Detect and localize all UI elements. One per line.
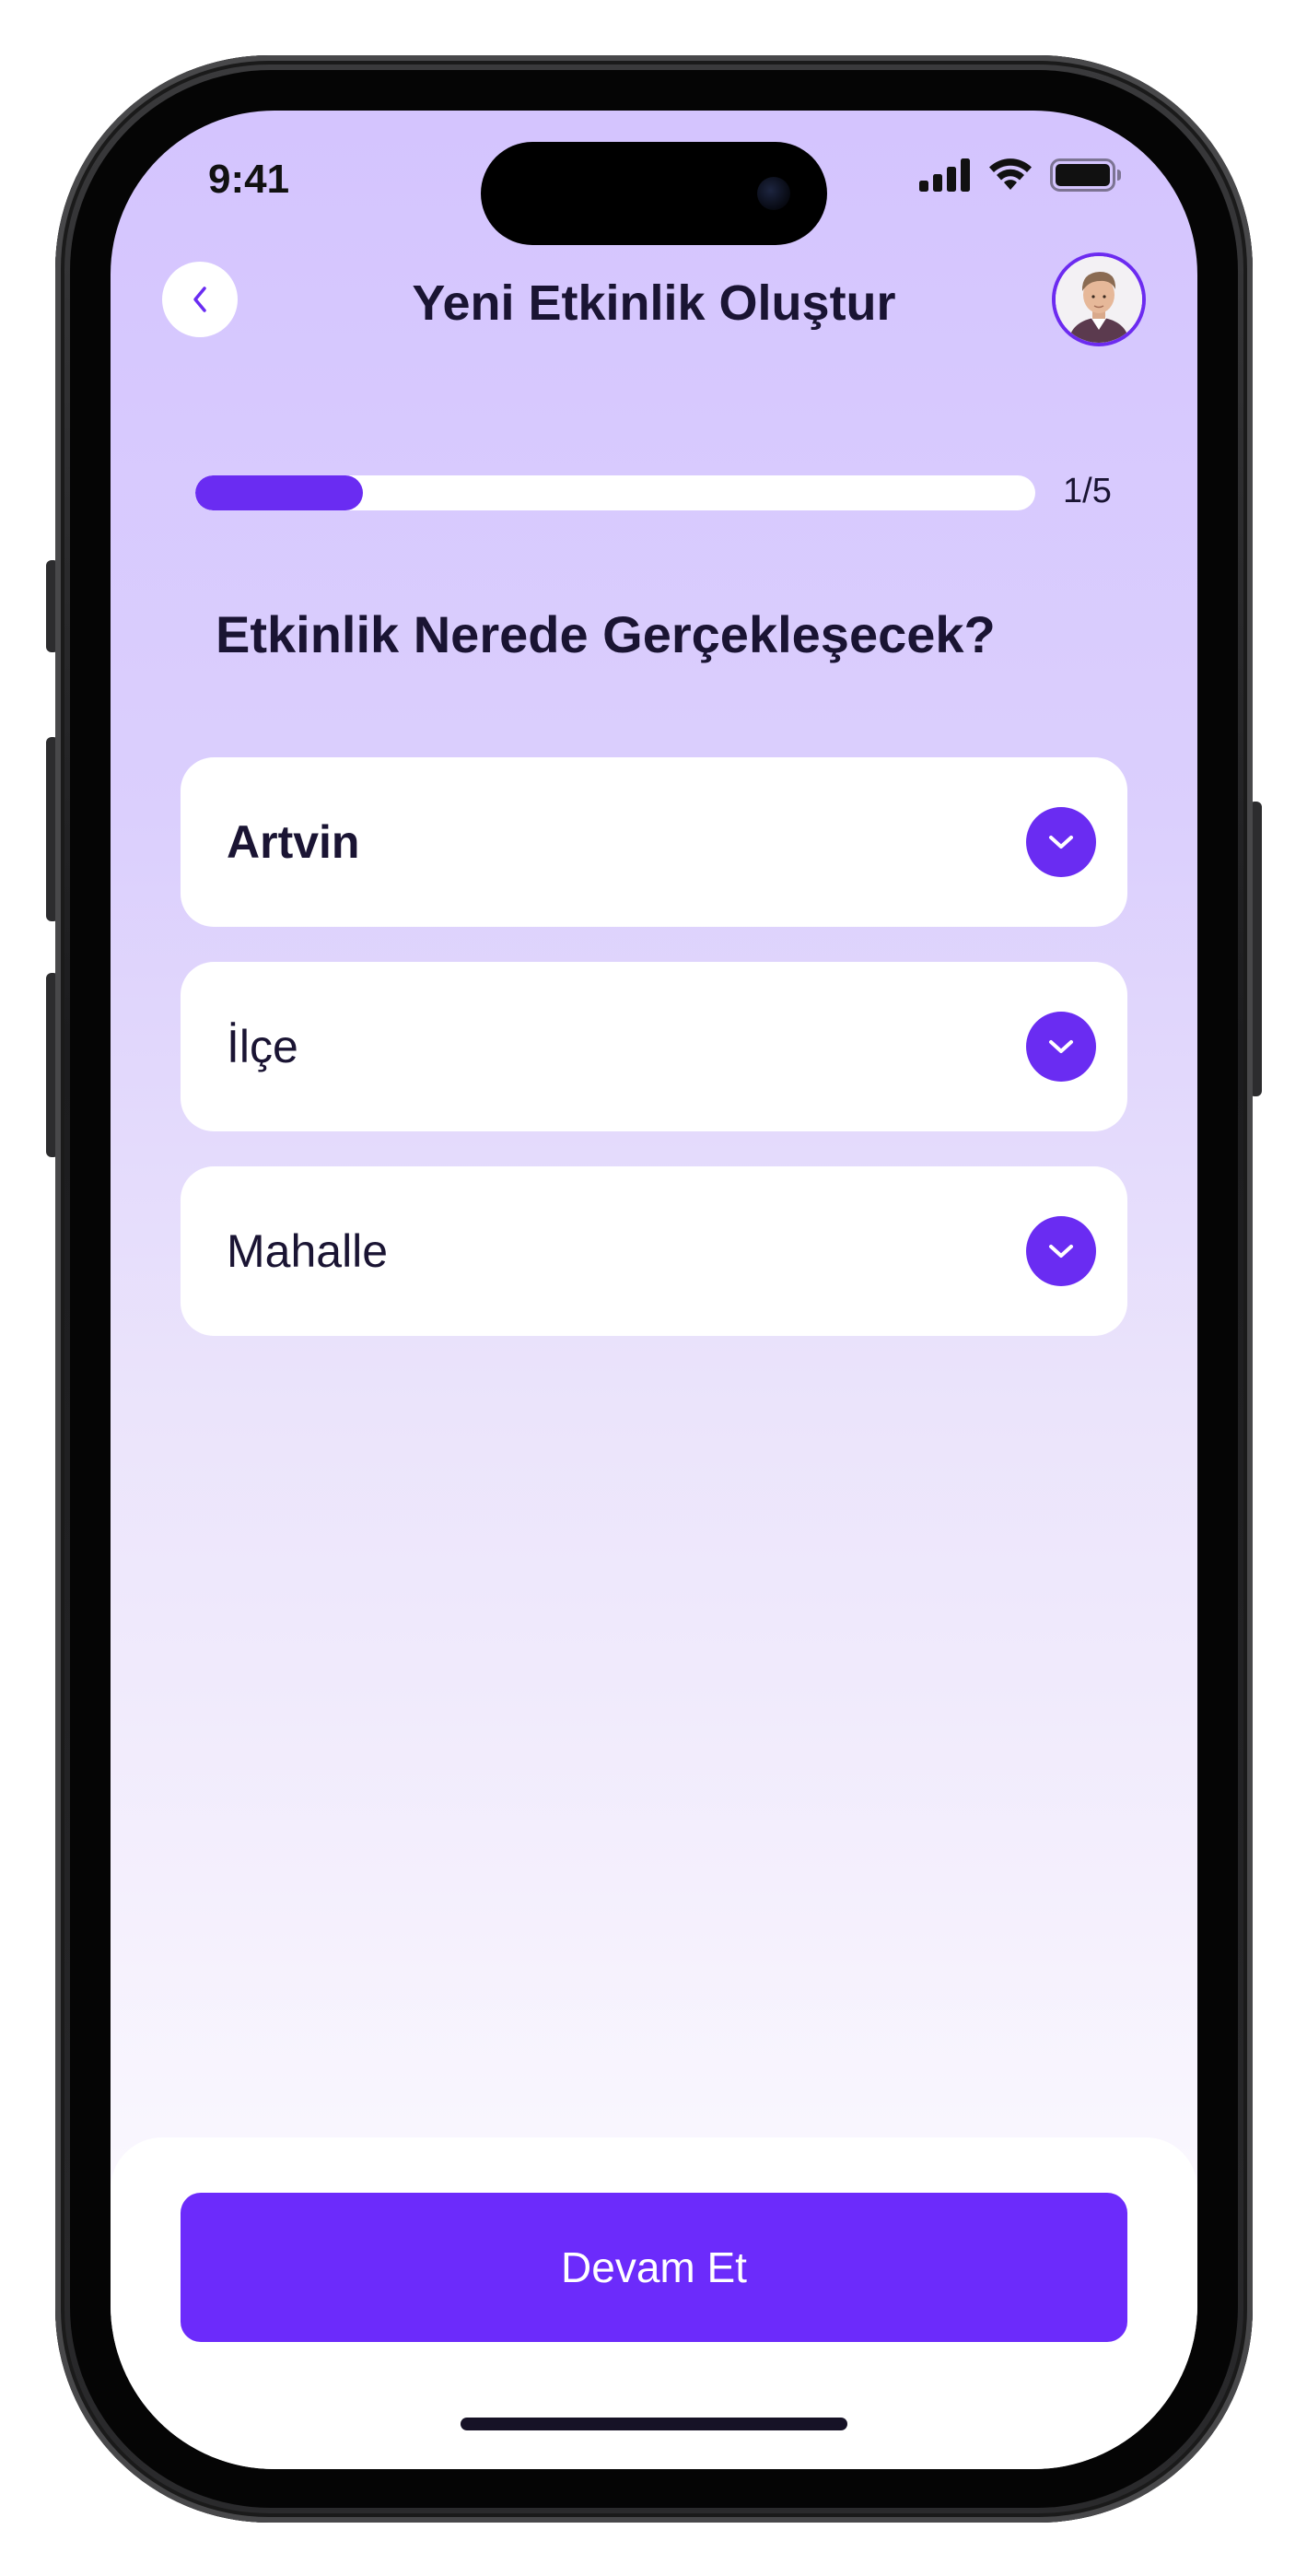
progress-bar: [195, 475, 1035, 510]
avatar[interactable]: [1052, 252, 1146, 346]
chevron-down-icon: [1049, 836, 1073, 849]
city-dropdown[interactable]: Artvin: [181, 757, 1127, 927]
home-indicator[interactable]: [461, 2418, 847, 2430]
dynamic-island: [481, 142, 827, 245]
front-camera: [757, 177, 790, 210]
neighborhood-dropdown-value: Mahalle: [227, 1225, 389, 1277]
chevron-down-icon: [1049, 1040, 1073, 1053]
status-icons: [919, 158, 1122, 192]
district-dropdown[interactable]: İlçe: [181, 962, 1127, 1131]
wifi-icon: [989, 158, 1032, 190]
cellular-signal-icon: [919, 158, 970, 192]
district-dropdown-toggle[interactable]: [1026, 1012, 1096, 1082]
progress-step-label: 1/5: [1063, 472, 1112, 510]
city-dropdown-value: Artvin: [227, 816, 360, 868]
battery-icon: [1050, 158, 1121, 192]
neighborhood-dropdown-toggle[interactable]: [1026, 1216, 1096, 1286]
continue-button[interactable]: Devam Et: [181, 2193, 1127, 2342]
page-title: Yeni Etkinlik Oluştur: [412, 275, 896, 331]
page: 9:41 Yeni Etkinlik Oluştur 1/5 Etkinlik …: [0, 0, 1307, 2576]
question-heading: Etkinlik Nerede Gerçekleşecek?: [216, 605, 996, 663]
user-avatar-icon: [1056, 256, 1142, 343]
district-dropdown-value: İlçe: [227, 1021, 298, 1072]
status-time: 9:41: [208, 157, 290, 202]
app-screen: 9:41 Yeni Etkinlik Oluştur 1/5 Etkinlik …: [111, 111, 1197, 2469]
chevron-down-icon: [1049, 1245, 1073, 1258]
city-dropdown-toggle[interactable]: [1026, 807, 1096, 877]
neighborhood-dropdown[interactable]: Mahalle: [181, 1166, 1127, 1336]
progress-bar-fill: [195, 475, 364, 510]
